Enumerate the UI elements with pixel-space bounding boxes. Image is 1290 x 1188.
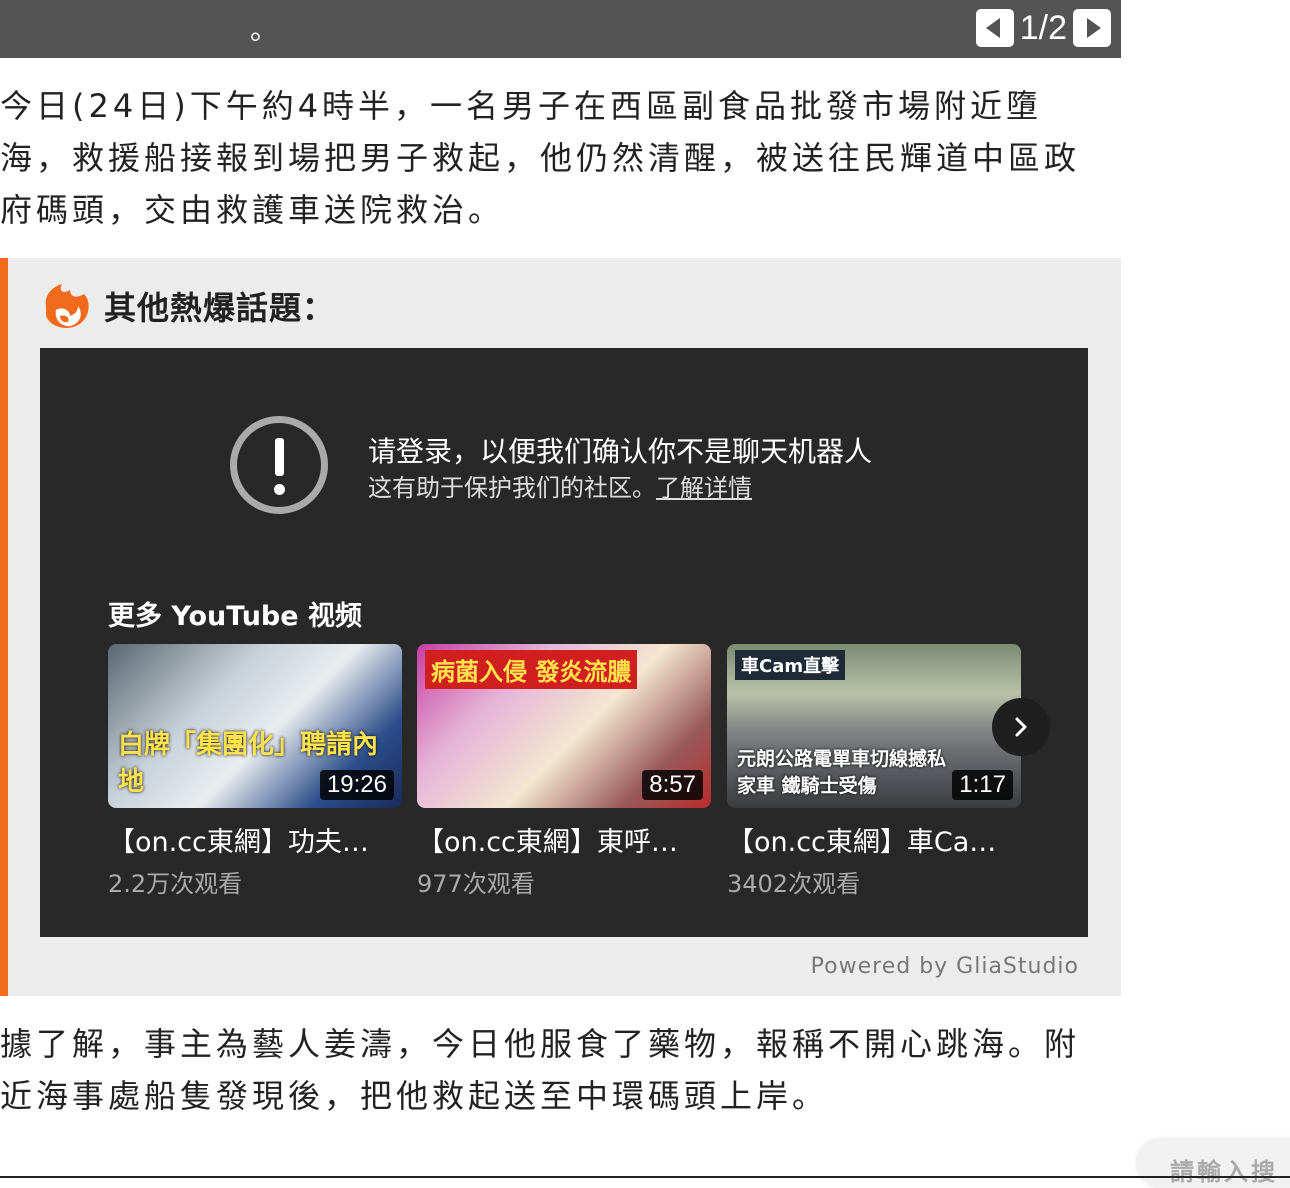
video-title-3[interactable]: 【on.cc東網】車Ca… — [727, 820, 996, 859]
next-image-button[interactable] — [1073, 9, 1111, 47]
thumbnail-caption: 元朗公路電單車切線撼私家車 鐵騎士受傷 — [737, 748, 947, 797]
thumbnail-tag: 病菌入侵 發炎流膿 — [425, 650, 638, 689]
powered-by-label: Powered by GliaStudio — [810, 954, 1079, 979]
youtube-embed: 请登录，以便我们确认你不是聊天机器人 这有助于保护我们的社区。了解详情 更多 Y… — [40, 348, 1088, 937]
article-paragraph-2: 據了解，事主為藝人姜濤，今日他服食了藥物，報稱不開心跳海。附 近海事處船隻發現後… — [0, 1018, 1121, 1122]
hot-topics-header: 其他熱爆話題： — [40, 280, 335, 332]
prev-image-button[interactable] — [975, 9, 1014, 47]
login-prompt-subtitle: 这有助于保护我们的社区。了解详情 — [368, 468, 752, 503]
video-views-1: 2.2万次观看 — [108, 870, 243, 898]
pager-count: 1/2 — [1019, 8, 1067, 47]
article-paragraph-1: 今日(24日)下午約4時半，一名男子在西區副食品批發市場附近墮 海，救援船接報到… — [0, 80, 1121, 236]
paragraph-line: 今日(24日)下午約4時半，一名男子在西區副食品批發市場附近墮 — [0, 87, 1043, 125]
login-prompt-title: 请登录，以便我们确认你不是聊天机器人 — [368, 435, 873, 468]
next-videos-button[interactable] — [992, 698, 1050, 756]
thumbnail-tag: 車Cam直擊 — [735, 650, 846, 680]
hot-topics-box: 其他熱爆話題： 请登录，以便我们确认你不是聊天机器人 这有助于保护我们的社区。了… — [0, 258, 1121, 996]
image-caption-bar: 。 1/2 — [0, 0, 1121, 58]
paragraph-line: 近海事處船隻發現後，把他救起送至中環碼頭上岸。 — [0, 1077, 829, 1115]
arrow-right-icon — [1086, 18, 1101, 38]
learn-more-link[interactable]: 了解详情 — [656, 474, 752, 502]
hot-topics-title: 其他熱爆話題： — [104, 289, 336, 327]
more-videos-title: 更多 YouTube 视频 — [108, 601, 362, 632]
arrow-left-icon — [986, 18, 1001, 38]
flame-icon — [45, 284, 89, 328]
paragraph-line: 海，救援船接報到場把男子救起，他仍然清醒，被送往民輝道中區政 — [0, 139, 1081, 177]
chevron-right-icon — [1015, 717, 1027, 737]
search-placeholder: 請輸入搜 — [1170, 1158, 1278, 1186]
video-thumbnail-3[interactable]: 車Cam直擊 元朗公路電單車切線撼私家車 鐵騎士受傷 1:17 — [727, 644, 1021, 808]
page-divider — [0, 1176, 1290, 1178]
video-views-2: 977次观看 — [417, 870, 535, 898]
paragraph-line: 據了解，事主為藝人姜濤，今日他服食了藥物，報稱不開心跳海。附 — [0, 1025, 1081, 1063]
paragraph-line: 府碼頭，交由救護車送院救治。 — [0, 191, 505, 229]
video-duration: 19:26 — [319, 770, 394, 800]
video-title-2[interactable]: 【on.cc東網】東呼… — [417, 820, 678, 859]
video-views-3: 3402次观看 — [727, 870, 861, 898]
alert-icon — [230, 416, 328, 514]
search-input[interactable]: 請輸入搜 — [1136, 1138, 1290, 1188]
video-title-1[interactable]: 【on.cc東網】功夫… — [108, 820, 369, 859]
login-prompt-text: 这有助于保护我们的社区。 — [368, 474, 656, 502]
video-duration: 8:57 — [642, 770, 703, 800]
video-thumbnail-1[interactable]: 白牌「集團化」聘請內地 19:26 — [108, 644, 402, 808]
video-duration: 1:17 — [952, 770, 1013, 800]
gallery-pager: 1/2 — [975, 7, 1111, 49]
video-thumbnail-2[interactable]: 病菌入侵 發炎流膿 8:57 — [417, 644, 711, 808]
caption-text: 。 — [250, 13, 279, 46]
